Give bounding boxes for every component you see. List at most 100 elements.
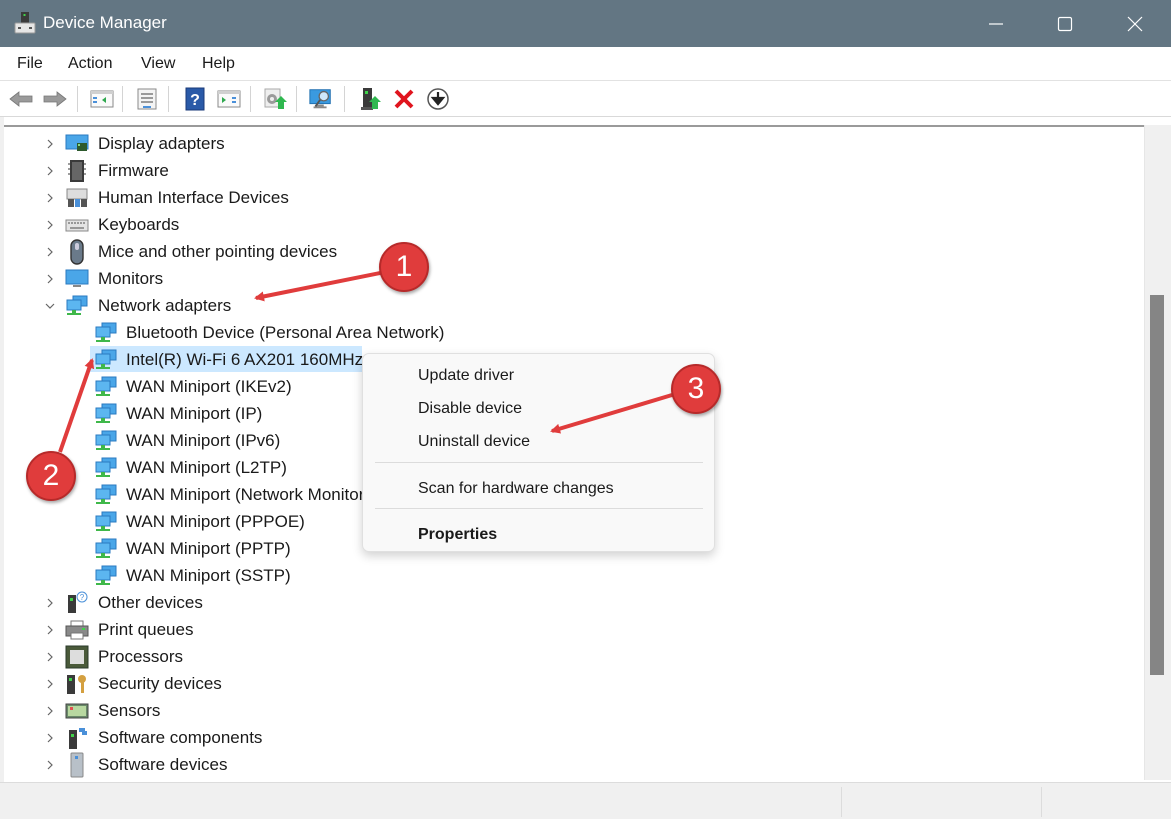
context-menu-uninstall-device[interactable]: Uninstall device <box>418 433 530 451</box>
svg-text:?: ? <box>190 92 200 109</box>
tree-category-security-devices[interactable]: Security devices <box>4 670 1134 697</box>
tree-device-item[interactable]: Bluetooth Device (Personal Area Network) <box>4 319 1134 346</box>
display-adapter-icon <box>64 132 90 156</box>
tree-category-processors[interactable]: Processors <box>4 643 1134 670</box>
add-legacy-hardware-button[interactable] <box>358 87 384 111</box>
chevron-right-icon[interactable] <box>44 246 56 258</box>
toolbar-separator <box>250 86 251 112</box>
chevron-right-icon[interactable] <box>44 138 56 150</box>
tree-category-label: Human Interface Devices <box>98 188 289 207</box>
tree-category-software-components[interactable]: Software components <box>4 724 1134 751</box>
forward-button[interactable] <box>42 87 68 111</box>
context-menu-scan-hardware[interactable]: Scan for hardware changes <box>418 480 614 498</box>
minimize-button[interactable] <box>973 0 1019 47</box>
context-menu-update-driver[interactable]: Update driver <box>418 367 514 385</box>
tree-category-label: Mice and other pointing devices <box>98 242 338 261</box>
tree-category-display-adapters[interactable]: Display adapters <box>4 130 1134 157</box>
scan-monitor-icon <box>309 89 331 109</box>
tree-category-mice-and-other-pointing-devices[interactable]: Mice and other pointing devices <box>4 238 1134 265</box>
context-menu-separator <box>375 462 703 463</box>
tree-category-human-interface-devices[interactable]: Human Interface Devices <box>4 184 1134 211</box>
properties-button[interactable] <box>134 87 160 111</box>
console-tree-icon <box>90 90 114 108</box>
tree-category-firmware[interactable]: Firmware <box>4 157 1134 184</box>
security-key-icon <box>64 672 90 696</box>
help-button[interactable]: ? <box>182 87 208 111</box>
disable-device-button[interactable] <box>425 87 451 111</box>
chevron-right-icon[interactable] <box>44 597 56 609</box>
processor-icon <box>64 645 90 669</box>
toolbar: ? <box>0 81 1171 117</box>
chevron-down-icon[interactable] <box>44 300 56 312</box>
tree-device-label: WAN Miniport (PPTP) <box>126 539 291 558</box>
chevron-right-icon[interactable] <box>44 759 56 771</box>
vertical-scrollbar[interactable] <box>1144 125 1171 780</box>
menu-help[interactable]: Help <box>202 55 235 73</box>
network-adapter-icon <box>93 402 119 426</box>
tree-device-label: WAN Miniport (IP) <box>126 404 263 423</box>
chevron-right-icon[interactable] <box>44 678 56 690</box>
chevron-right-icon[interactable] <box>44 273 56 285</box>
tree-device-label: WAN Miniport (IPv6) <box>126 431 281 450</box>
tree-category-keyboards[interactable]: Keyboards <box>4 211 1134 238</box>
network-adapter-icon <box>93 537 119 561</box>
status-bar <box>0 782 1171 819</box>
maximize-button[interactable] <box>1042 0 1088 47</box>
tree-category-label: Other devices <box>98 593 203 612</box>
add-hardware-icon <box>361 88 381 110</box>
toolbar-separator <box>77 86 78 112</box>
arrow-left-icon <box>9 91 33 107</box>
minimize-icon <box>989 22 1003 25</box>
toolbar-separator <box>296 86 297 112</box>
tree-category-label: Print queues <box>98 620 194 639</box>
network-adapter-icon <box>64 294 90 318</box>
menu-file[interactable]: File <box>17 55 43 73</box>
monitor-icon <box>64 267 90 291</box>
tree-device-item[interactable]: WAN Miniport (SSTP) <box>4 562 1134 589</box>
network-adapter-icon <box>93 483 119 507</box>
chevron-right-icon[interactable] <box>44 165 56 177</box>
tree-device-label: WAN Miniport (PPPOE) <box>126 512 305 531</box>
tree-category-label: Software devices <box>98 755 228 774</box>
tree-category-sensors[interactable]: Sensors <box>4 697 1134 724</box>
scrollbar-thumb[interactable] <box>1150 295 1164 675</box>
device-manager-app-icon <box>14 11 36 35</box>
close-icon <box>1127 16 1143 31</box>
chevron-right-icon[interactable] <box>44 732 56 744</box>
title-bar: Device Manager <box>0 0 1171 47</box>
context-menu-disable-device[interactable]: Disable device <box>418 400 522 418</box>
chevron-right-icon[interactable] <box>44 624 56 636</box>
context-menu-properties[interactable]: Properties <box>418 526 497 544</box>
menu-view[interactable]: View <box>141 55 175 73</box>
tree-category-label: Network adapters <box>98 296 232 315</box>
tree-category-label: Firmware <box>98 161 169 180</box>
network-adapter-icon <box>93 348 119 372</box>
tree-category-print-queues[interactable]: Print queues <box>4 616 1134 643</box>
scan-hardware-changes-button[interactable] <box>308 87 334 111</box>
chevron-right-icon[interactable] <box>44 651 56 663</box>
tree-device-label: Intel(R) Wi-Fi 6 AX201 160MHz <box>126 350 364 369</box>
update-driver-button[interactable] <box>262 87 288 111</box>
tree-category-network-adapters[interactable]: Network adapters <box>4 292 1134 319</box>
other-devices-icon: ? <box>64 591 90 615</box>
tree-category-label: Security devices <box>98 674 222 693</box>
tree-category-other-devices[interactable]: ? Other devices <box>4 589 1134 616</box>
annotation-badge-3: 3 <box>671 364 721 414</box>
show-hide-console-tree-button[interactable] <box>89 87 115 111</box>
tree-device-label: Bluetooth Device (Personal Area Network) <box>126 323 445 342</box>
tree-category-software-devices[interactable]: Software devices <box>4 751 1134 778</box>
close-button[interactable] <box>1112 0 1158 47</box>
back-button[interactable] <box>8 87 34 111</box>
status-pane <box>1041 787 1166 817</box>
sensor-icon <box>64 699 90 723</box>
network-adapter-icon <box>93 375 119 399</box>
show-hide-action-pane-button[interactable] <box>216 87 242 111</box>
chevron-right-icon[interactable] <box>44 705 56 717</box>
chevron-right-icon[interactable] <box>44 219 56 231</box>
chevron-right-icon[interactable] <box>44 192 56 204</box>
mouse-icon <box>64 239 90 265</box>
tree-category-label: Display adapters <box>98 134 225 153</box>
uninstall-device-button[interactable] <box>391 87 417 111</box>
tree-category-monitors[interactable]: Monitors <box>4 265 1134 292</box>
menu-action[interactable]: Action <box>68 55 112 73</box>
